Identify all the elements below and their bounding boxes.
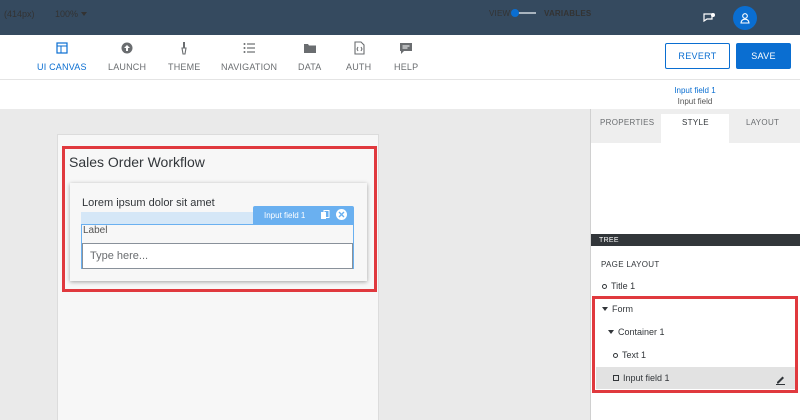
revert-button[interactable]: REVERT <box>665 43 730 69</box>
theme-brush-icon <box>181 42 187 55</box>
expand-triangle-icon[interactable] <box>608 330 614 334</box>
tool-label: LAUNCH <box>108 62 147 72</box>
tree-item-label: PAGE LAYOUT <box>601 260 660 269</box>
shell-bar <box>0 0 800 35</box>
user-avatar[interactable] <box>733 6 757 30</box>
tree-item-label: Form <box>612 304 633 314</box>
ui-canvas-icon <box>56 42 68 54</box>
tree-item-form[interactable]: Form <box>602 304 633 314</box>
navigation-list-icon <box>243 43 256 53</box>
delete-close-icon[interactable] <box>336 209 347 220</box>
tool-label: NAVIGATION <box>221 62 278 72</box>
square-node-icon <box>613 375 619 381</box>
view-mode-label: VIEW <box>489 9 511 18</box>
tree-item-input-field[interactable]: Input field 1 <box>613 373 670 383</box>
circle-node-icon <box>602 283 607 289</box>
tool-label: AUTH <box>346 62 372 72</box>
zoom-select[interactable]: 100% <box>55 9 88 19</box>
device-size-label: (414px) <box>4 9 35 19</box>
toggle-knob[interactable] <box>511 9 519 17</box>
launch-icon <box>121 42 133 54</box>
data-folder-icon <box>303 44 316 53</box>
tool-label: THEME <box>168 62 201 72</box>
badge-label: Input field 1 <box>264 210 306 220</box>
auth-code-icon <box>354 41 365 55</box>
tree-item-label: Text 1 <box>622 350 647 360</box>
tool-theme[interactable]: THEME <box>168 41 201 72</box>
help-chat-icon <box>400 43 413 54</box>
input-field-box[interactable]: Type here... <box>82 243 353 269</box>
tree-item-text[interactable]: Text 1 <box>613 350 646 360</box>
text-control[interactable]: Lorem ipsum dolor sit amet <box>82 197 215 209</box>
save-button[interactable]: SAVE <box>736 43 791 69</box>
caret-down-icon <box>81 12 88 16</box>
tool-help[interactable]: HELP <box>394 41 418 72</box>
tree-item-container[interactable]: Container 1 <box>608 327 665 337</box>
tree-page-layout[interactable]: PAGE LAYOUT <box>601 260 660 269</box>
page-title[interactable]: Sales Order Workflow <box>69 154 205 170</box>
tool-ui-canvas[interactable]: UI CANVAS <box>37 41 87 72</box>
input-field-label: Label <box>83 225 108 236</box>
main-toolbar: UI CANVAS LAUNCH THEME NAVIGATION DATA A… <box>0 35 800 80</box>
selected-control-badge: Input field 1 <box>253 206 354 224</box>
tool-auth[interactable]: AUTH <box>346 41 371 72</box>
tool-label: UI CANVAS <box>37 62 87 72</box>
view-variables-toggle[interactable] <box>511 9 536 17</box>
tree-header: TREE <box>591 234 800 246</box>
zoom-value: 100% <box>55 9 79 19</box>
tree-item-label: Title 1 <box>611 281 636 291</box>
tool-launch[interactable]: LAUNCH <box>108 41 146 72</box>
tool-label: HELP <box>394 62 419 72</box>
tree-item-title[interactable]: Title 1 <box>602 281 635 291</box>
tree-item-label: Container 1 <box>618 327 665 337</box>
tree-item-label: Input field 1 <box>623 373 670 383</box>
tab-style[interactable]: STYLE <box>682 118 709 127</box>
copy-icon[interactable] <box>320 210 330 222</box>
expand-triangle-icon[interactable] <box>602 307 608 311</box>
tab-layout[interactable]: LAYOUT <box>746 118 779 127</box>
feedback-chat-icon[interactable] <box>697 6 721 30</box>
tab-properties[interactable]: PROPERTIES <box>600 118 654 127</box>
circle-node-icon <box>613 352 618 358</box>
edit-pencil-icon[interactable] <box>775 372 786 390</box>
tool-navigation[interactable]: NAVIGATION <box>221 41 277 72</box>
selected-control-name: Input field 1 <box>674 86 716 95</box>
tool-data[interactable]: DATA <box>298 41 321 72</box>
selected-control-type: Input field <box>677 97 713 106</box>
variables-mode-label: VARIABLES <box>544 9 592 18</box>
tool-label: DATA <box>298 62 322 72</box>
